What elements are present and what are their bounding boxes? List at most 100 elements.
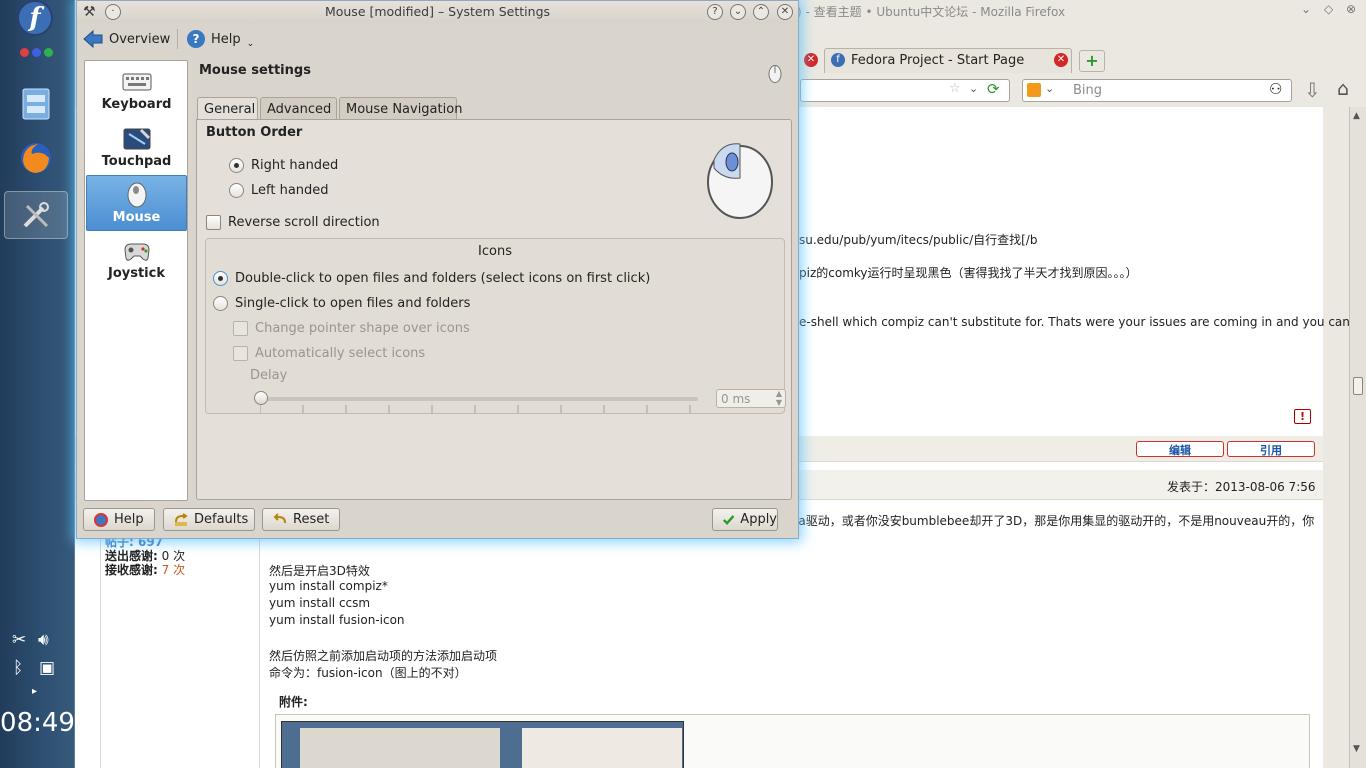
toolbar-separator [177,29,178,49]
reverse-scroll-checkbox[interactable] [206,215,221,230]
settings-app-icon[interactable]: ⚒ [83,1,96,23]
engine-dropdown-icon[interactable]: ⌄ [1045,82,1054,95]
expand-tray-icon[interactable]: ▸ [32,686,37,697]
attachment-label: 附件: [279,695,308,709]
overview-label: Overview [109,31,171,47]
sidebar-item-keyboard[interactable]: Keyboard [86,63,187,119]
delay-slider[interactable] [254,391,698,413]
reverse-scroll-label[interactable]: Reverse scroll direction [228,215,380,230]
attachment-box [275,714,1310,768]
url-bar[interactable]: ☆ ⌄ ⟳ [800,79,1010,102]
spin-arrows-icon[interactable]: ▲ ▼ [776,389,782,407]
apply-button[interactable]: Apply [712,508,778,531]
context-help-icon[interactable]: ? [707,4,723,20]
sidebar-item-touchpad[interactable]: Touchpad [86,120,187,176]
pager-dots-icon[interactable] [20,48,53,57]
firefox-window-title: ) - 查看主题 • Ubuntu中文论坛 - Mozilla Firefox [797,5,1066,19]
help-button[interactable]: Help [83,508,155,531]
settings-titlebar: ⚒ · Mouse [modified] – System Settings ?… [77,1,798,23]
maximize-icon[interactable]: ⌃ [753,4,769,20]
left-handed-label[interactable]: Left handed [251,183,329,198]
tab-fedora-start-page[interactable]: f Fedora Project - Start Page ✕ [824,48,1072,73]
defaults-button[interactable]: Defaults [163,508,255,531]
search-bar[interactable]: ⌄ Bing ⚇ [1022,79,1292,102]
tab-mouse-navigation[interactable]: Mouse Navigation [339,97,462,120]
left-handed-radio[interactable] [229,183,244,198]
clipboard-icon[interactable]: ✂ [12,630,26,650]
bing-engine-icon[interactable] [1027,83,1041,97]
minimize-icon[interactable]: ⌄ [730,4,746,20]
sidebar-item-mouse[interactable]: Mouse [86,175,187,231]
fedora-menu-icon[interactable]: f [17,0,53,36]
sidebar-item-label: Touchpad [101,154,172,169]
firefox-icon[interactable] [14,136,58,180]
storage-icon[interactable]: ▣ [39,658,55,678]
reload-icon[interactable]: ⟳ [987,80,1000,98]
tab-general[interactable]: General [197,97,258,121]
sidebar-item-label: Keyboard [101,97,172,112]
edit-post-label: 编辑 [1169,444,1191,457]
scroll-up-icon[interactable]: ▲ [1353,111,1360,121]
post-lead-line: ia驱动，或者你没安bumblebee却开了3D，那是你用集显的驱动开的，不是用… [795,514,1315,528]
module-mouse-icon [768,65,782,83]
delay-slider-handle[interactable] [254,391,268,405]
general-tab-panel: Button Order Right handed Left handed Re… [196,119,792,500]
system-settings-task-icon[interactable] [4,191,68,239]
auto-select-checkbox[interactable] [233,346,248,361]
search-binoculars-icon[interactable]: ⚇ [1269,80,1282,98]
home-icon[interactable]: ⌂ [1337,78,1349,100]
search-input[interactable]: Bing [1073,83,1102,98]
window-title: Mouse [modified] – System Settings [324,4,551,19]
history-dropdown-icon[interactable]: ⌄ [969,82,978,95]
double-click-radio[interactable] [213,271,228,286]
window-menu-icon[interactable]: · [105,4,121,20]
file-manager-icon[interactable] [14,82,58,126]
scrollbar-thumb[interactable] [1353,377,1363,395]
maximize-icon[interactable]: ◇ [1324,2,1333,16]
user-thanks-received: 接收感谢: 7 次 [105,561,185,578]
bookmark-star-icon[interactable]: ☆ [949,81,961,96]
scroll-down-icon[interactable]: ▼ [1353,744,1360,754]
help-menu-button[interactable]: ? Help ⌄ [187,23,254,55]
single-click-radio[interactable] [213,296,228,311]
button-order-heading: Button Order [206,125,303,140]
post-body-line: yum install compiz* [269,579,388,593]
clock[interactable]: 08:49 [0,708,75,738]
auto-select-label[interactable]: Automatically select icons [255,346,425,361]
post-timestamp: 发表于：2013-08-06 7:56 [1167,480,1316,494]
quote-post-button[interactable]: 引用 [1227,441,1315,457]
tab-close-icon[interactable]: ✕ [804,53,818,67]
report-post-icon[interactable]: ! [1294,409,1311,424]
change-pointer-label[interactable]: Change pointer shape over icons [255,321,470,336]
volume-icon[interactable]: 🔊︎ [38,630,49,650]
touchpad-icon [123,128,150,150]
user-thanks-received-label: 接收感谢: [105,563,158,577]
fedora-favicon-icon: f [831,53,845,67]
close-icon[interactable]: ✕ [777,4,793,20]
change-pointer-checkbox[interactable] [233,321,248,336]
mouse-icon [127,182,146,208]
sidebar-item-joystick[interactable]: Joystick [86,232,187,288]
attachment-thumbnail[interactable] [281,721,684,768]
delay-spinbox[interactable]: 0 ms ▲ ▼ [716,389,786,408]
checkmark-icon [723,514,735,525]
close-icon[interactable]: ⊗ [1346,2,1356,16]
post-body-line: yum install ccsm [269,596,371,610]
page-scrollbar[interactable]: ▲ ▼ [1349,107,1366,768]
page-title: Mouse settings [199,63,311,78]
reset-button[interactable]: Reset [262,508,340,531]
minimize-icon[interactable]: ⌄ [1301,2,1311,16]
edit-post-button[interactable]: 编辑 [1136,441,1224,457]
double-click-label[interactable]: Double-click to open files and folders (… [235,271,650,286]
user-thanks-received-value: 7 次 [161,563,186,577]
overview-button[interactable]: Overview [83,23,170,55]
tab-close-icon[interactable]: ✕ [1054,53,1068,67]
single-click-label[interactable]: Single-click to open files and folders [235,296,470,311]
right-handed-radio[interactable] [229,158,244,173]
tab-advanced[interactable]: Advanced [260,97,337,120]
dropdown-arrow-icon: ⌄ [246,39,255,49]
right-handed-label[interactable]: Right handed [251,158,338,173]
new-tab-button[interactable]: + [1079,50,1105,72]
download-icon[interactable]: ⇩ [1304,78,1321,102]
bluetooth-icon[interactable]: ᛒ [13,658,23,678]
